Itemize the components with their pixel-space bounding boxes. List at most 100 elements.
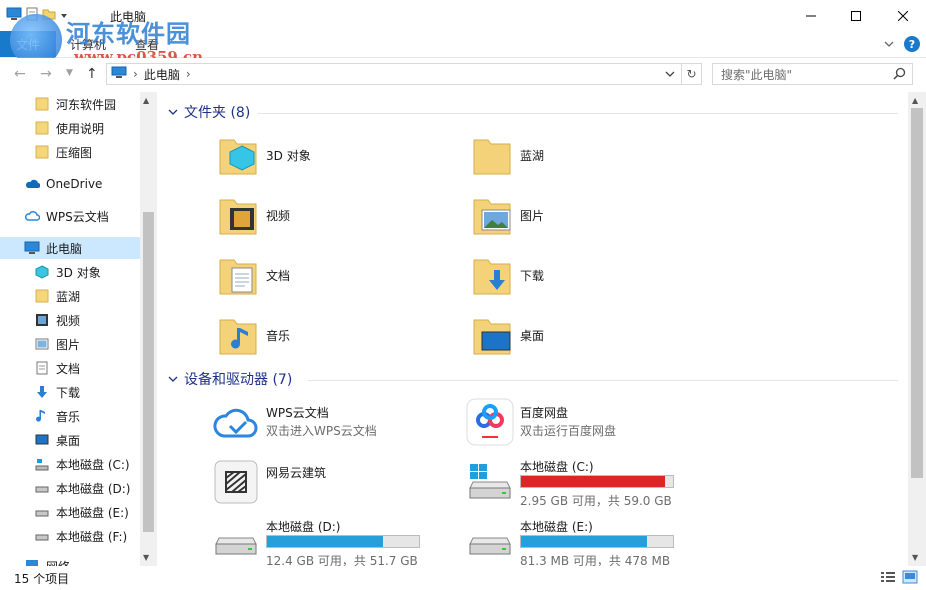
- folder-tile-lanhu[interactable]: 蓝湖: [472, 132, 544, 179]
- folder-label: 音乐: [266, 329, 291, 343]
- new-folder-icon[interactable]: [42, 8, 56, 23]
- content-pane: 文件夹 (8) 3D 对象 蓝湖 视频 图片 文档 下载 音乐 桌面 设备和驱动…: [160, 92, 908, 566]
- device-baidu-netdisk[interactable]: 百度网盘 双击运行百度网盘: [466, 398, 696, 449]
- group-title: 设备和驱动器 (7): [184, 372, 293, 388]
- sidebar-item-label: 压缩图: [56, 145, 93, 160]
- help-icon[interactable]: ?: [904, 36, 920, 52]
- collapse-chevron-icon: [168, 104, 178, 120]
- sidebar-item-wps-cloud[interactable]: WPS云文档: [0, 205, 140, 227]
- sidebar-item-manual[interactable]: 使用说明: [0, 117, 140, 139]
- customize-qat-icon[interactable]: [60, 9, 68, 23]
- sidebar-item-desktop[interactable]: 桌面: [0, 429, 140, 451]
- folder-tile-downloads[interactable]: 下载: [472, 252, 544, 299]
- address-dropdown-icon[interactable]: [665, 67, 675, 81]
- sidebar-scroll-thumb[interactable]: [143, 212, 154, 532]
- folder-tile-pictures[interactable]: 图片: [472, 192, 544, 239]
- breadcrumb[interactable]: 此电脑: [144, 66, 180, 83]
- sidebar-item-label: 网络: [46, 558, 70, 567]
- sidebar-item-pictures[interactable]: 图片: [0, 333, 140, 355]
- folder-tile-videos[interactable]: 视频: [218, 192, 290, 239]
- details-view-icon[interactable]: [880, 570, 896, 587]
- sidebar-item-label: 本地磁盘 (E:): [56, 505, 129, 520]
- sidebar-item-compressed[interactable]: 压缩图: [0, 141, 140, 163]
- sidebar-item-drive-e[interactable]: 本地磁盘 (E:): [0, 501, 140, 523]
- 3d-objects-icon: [218, 132, 258, 179]
- tab-view[interactable]: 查看: [135, 36, 159, 53]
- content-scroll-thumb[interactable]: [911, 108, 923, 478]
- device-name: 百度网盘: [520, 406, 569, 420]
- close-button[interactable]: [880, 0, 926, 31]
- scroll-up-icon[interactable]: ▲: [912, 96, 918, 105]
- baidu-netdisk-icon: [466, 398, 514, 449]
- device-drive-e[interactable]: 本地磁盘 (E:) 81.3 MB 可用，共 478 MB: [466, 518, 696, 566]
- sidebar-item-onedrive[interactable]: OneDrive: [0, 173, 140, 195]
- forward-arrow-icon[interactable]: →: [40, 66, 52, 82]
- breadcrumb-separator-icon: ›: [133, 67, 138, 81]
- sidebar-item-label: 3D 对象: [56, 265, 101, 280]
- folder-label: 蓝湖: [520, 149, 545, 163]
- folder-label: 桌面: [520, 329, 545, 343]
- drive-usage-fill: [521, 536, 647, 547]
- folder-tile-documents[interactable]: 文档: [218, 252, 290, 299]
- drive-usage-bar: [520, 475, 674, 488]
- sidebar-item-music[interactable]: 音乐: [0, 405, 140, 427]
- documents-icon: [218, 252, 258, 299]
- sidebar-item-drive-c[interactable]: 本地磁盘 (C:): [0, 453, 140, 475]
- device-netease-architecture[interactable]: 网易云建筑: [212, 458, 442, 506]
- music-icon: [34, 408, 50, 424]
- recent-locations-icon[interactable]: ▼: [66, 68, 73, 78]
- sidebar-item-label: 蓝湖: [56, 289, 81, 304]
- device-name: 本地磁盘 (D:): [266, 520, 341, 534]
- scroll-down-icon[interactable]: ▼: [912, 553, 918, 562]
- sidebar-item-downloads[interactable]: 下载: [0, 381, 140, 403]
- sidebar-item-network[interactable]: 网络: [0, 555, 140, 566]
- large-icons-view-icon[interactable]: [902, 570, 918, 587]
- maximize-button[interactable]: [833, 0, 879, 31]
- expand-ribbon-icon[interactable]: [884, 37, 894, 51]
- back-arrow-icon[interactable]: ←: [14, 66, 26, 82]
- sidebar-item-label: 图片: [56, 337, 81, 352]
- breadcrumb-separator-icon: ›: [185, 67, 191, 81]
- quick-access-toolbar: [6, 7, 68, 24]
- tab-computer[interactable]: 计算机: [70, 36, 106, 53]
- sidebar-item-drive-d[interactable]: 本地磁盘 (D:): [0, 477, 140, 499]
- search-input[interactable]: 搜索"此电脑": [712, 63, 913, 85]
- sidebar-item-label: OneDrive: [46, 177, 103, 191]
- sidebar-item-lanhu[interactable]: 蓝湖: [0, 285, 140, 307]
- folder-tile-3d-objects[interactable]: 3D 对象: [218, 132, 311, 179]
- device-drive-c[interactable]: 本地磁盘 (C:) 2.95 GB 可用，共 59.0 GB: [466, 458, 696, 508]
- folder-label: 3D 对象: [266, 149, 311, 163]
- sidebar-item-drive-f[interactable]: 本地磁盘 (F:): [0, 525, 140, 547]
- address-bar[interactable]: › 此电脑 ›: [106, 63, 682, 85]
- scroll-down-icon[interactable]: ▼: [143, 553, 149, 562]
- sidebar-item-label: 音乐: [56, 409, 81, 424]
- tab-file[interactable]: 文件: [0, 31, 56, 57]
- sidebar-item-videos[interactable]: 视频: [0, 309, 140, 331]
- drive-usage-bar: [266, 535, 420, 548]
- pictures-icon: [34, 336, 50, 352]
- properties-icon[interactable]: [26, 7, 38, 24]
- minimize-button[interactable]: [788, 0, 834, 31]
- device-description: 双击进入WPS云文档: [266, 424, 377, 438]
- device-wps-cloud[interactable]: WPS云文档 双击进入WPS云文档: [212, 400, 442, 448]
- folders-group-header[interactable]: 文件夹 (8): [168, 101, 250, 123]
- folder-tile-desktop[interactable]: 桌面: [472, 312, 544, 359]
- scroll-up-icon[interactable]: ▲: [143, 96, 149, 105]
- sidebar-item-this-pc[interactable]: 此电脑: [0, 237, 140, 259]
- up-arrow-icon[interactable]: ↑: [86, 66, 98, 82]
- sidebar-item-label: 本地磁盘 (F:): [56, 529, 128, 544]
- item-count: 15 个项目: [14, 572, 70, 586]
- folder-label: 文档: [266, 269, 291, 283]
- refresh-button[interactable]: ↻: [682, 63, 702, 85]
- sidebar-item-3d-objects[interactable]: 3D 对象: [0, 261, 140, 283]
- computer-icon: [6, 7, 22, 24]
- folder-tile-music[interactable]: 音乐: [218, 312, 290, 359]
- sidebar-item-label: WPS云文档: [46, 209, 109, 224]
- folder-icon: [472, 132, 512, 179]
- devices-group-header[interactable]: 设备和驱动器 (7): [168, 368, 292, 390]
- sidebar-item-documents[interactable]: 文档: [0, 357, 140, 379]
- sidebar-item-hedong[interactable]: 河东软件园: [0, 93, 140, 115]
- device-drive-d[interactable]: 本地磁盘 (D:) 12.4 GB 可用，共 51.7 GB: [212, 518, 442, 566]
- drive-free-space: 2.95 GB 可用，共 59.0 GB: [520, 494, 672, 508]
- drive-c-icon: [34, 456, 50, 472]
